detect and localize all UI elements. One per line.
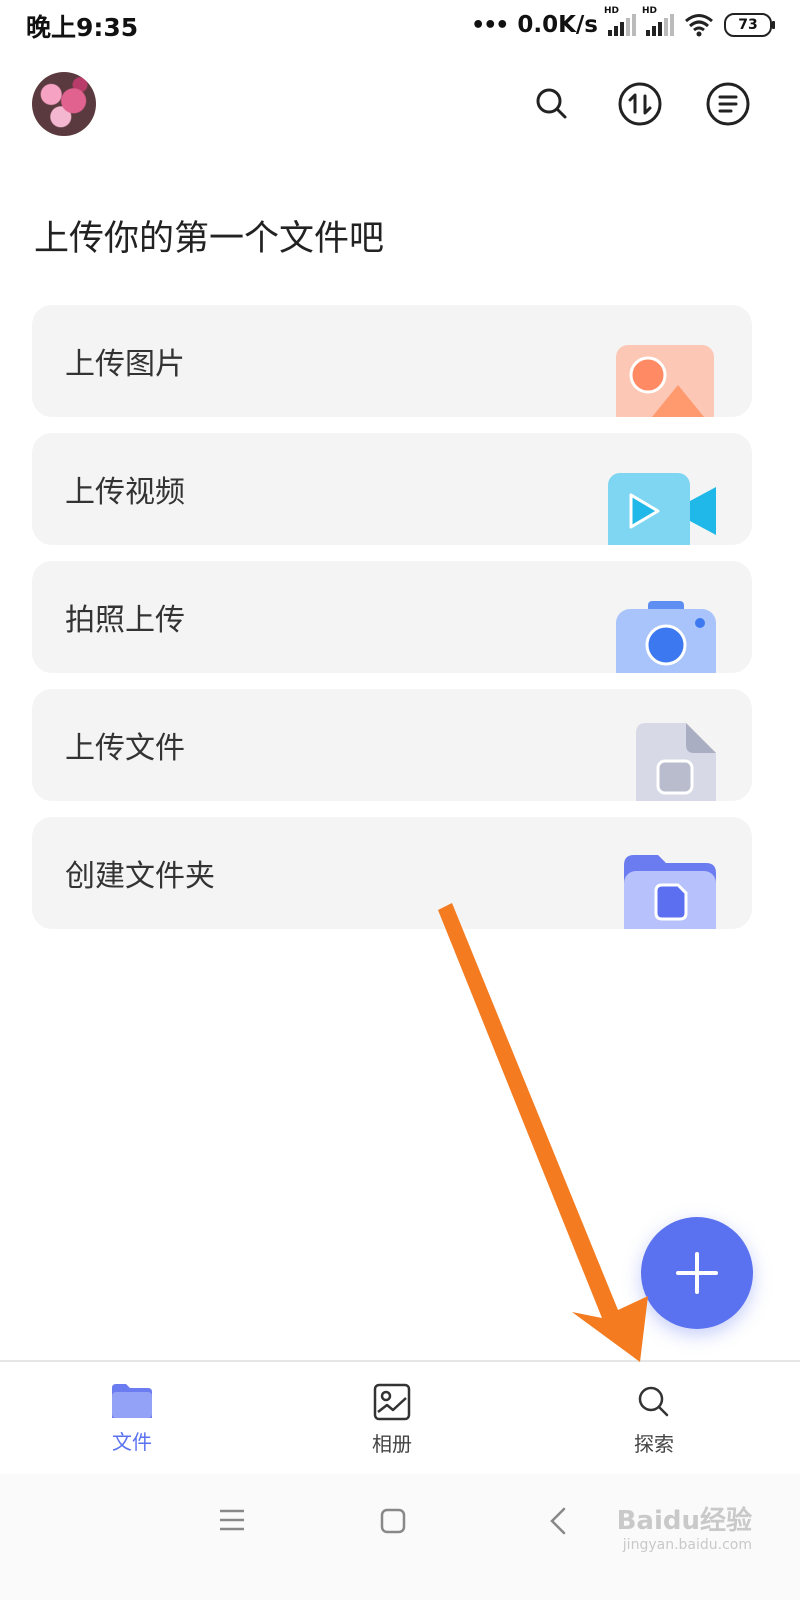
card-label: 上传图片	[65, 347, 185, 382]
folder-icon	[112, 1384, 152, 1418]
nav-item-files[interactable]: 文件	[72, 1382, 192, 1455]
wifi-icon	[685, 14, 713, 37]
page-title: 上传你的第一个文件吧	[34, 219, 385, 259]
upload-image-card[interactable]: 上传图片	[32, 305, 752, 417]
home-icon[interactable]	[380, 1508, 406, 1534]
card-label: 上传视频	[65, 475, 185, 510]
more-dots-icon: •••	[471, 12, 509, 38]
menu-button[interactable]	[704, 80, 752, 128]
album-icon	[373, 1383, 411, 1421]
image-icon	[616, 345, 714, 417]
search-icon	[536, 88, 567, 119]
signal-icon: HD	[604, 6, 636, 36]
avatar[interactable]	[32, 72, 96, 136]
menu-list-icon	[706, 82, 750, 126]
transfer-button[interactable]	[616, 80, 664, 128]
upload-file-card[interactable]: 上传文件	[32, 689, 752, 801]
bottom-nav: 文件 相册 探索	[0, 1360, 800, 1476]
nav-item-explore[interactable]: 探索	[594, 1382, 714, 1457]
card-label: 上传文件	[65, 731, 185, 766]
nav-label: 文件	[112, 1430, 152, 1454]
recent-apps-icon[interactable]	[218, 1508, 246, 1532]
folder-icon	[624, 855, 716, 929]
add-fab-button[interactable]	[641, 1217, 753, 1329]
transfer-icon	[618, 82, 662, 126]
status-time: 晚上9:35	[26, 13, 139, 42]
photo-upload-card[interactable]: 拍照上传	[32, 561, 752, 673]
signal-icon-2: HD	[642, 6, 674, 36]
network-speed: 0.0K/s	[517, 12, 598, 38]
card-label: 拍照上传	[65, 603, 185, 638]
back-icon[interactable]	[548, 1506, 568, 1536]
video-icon	[608, 473, 716, 545]
plus-icon	[676, 1252, 718, 1294]
nav-item-album[interactable]: 相册	[332, 1382, 452, 1457]
card-label: 创建文件夹	[65, 859, 215, 894]
nav-label: 探索	[634, 1432, 674, 1456]
create-folder-card[interactable]: 创建文件夹	[32, 817, 752, 929]
camera-icon	[616, 601, 716, 673]
search-icon	[638, 1386, 669, 1417]
upload-video-card[interactable]: 上传视频	[32, 433, 752, 545]
status-indicators: ••• 0.0K/s HD HD 73	[471, 6, 775, 42]
watermark-url: jingyan.baidu.com	[622, 1537, 752, 1553]
file-icon	[636, 723, 716, 801]
battery-indicator: 73	[724, 13, 775, 37]
signal-tag: HD	[604, 6, 620, 16]
search-button[interactable]	[528, 80, 576, 128]
watermark-brand: Baidu经验	[616, 1506, 752, 1536]
nav-label: 相册	[372, 1432, 412, 1456]
watermark: Baidu经验 jingyan.baidu.com	[617, 1500, 752, 1553]
signal-tag-2: HD	[642, 6, 658, 16]
